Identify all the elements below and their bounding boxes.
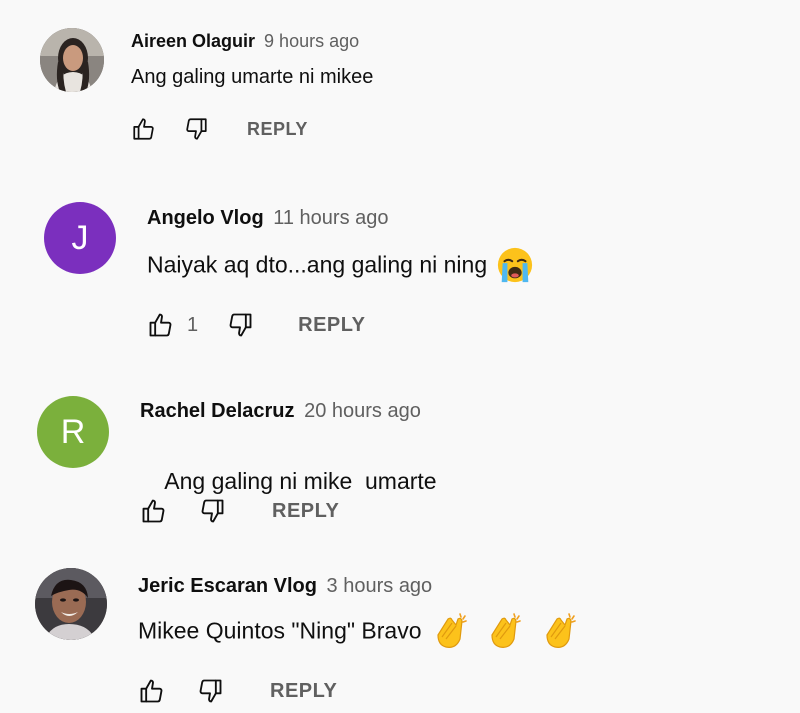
like-icon[interactable] [131,116,157,142]
dislike-icon[interactable] [198,497,226,525]
comment-text: Ang galing umarte ni mikee [131,66,373,89]
comment-thread: Jeric Escaran Vlog 3 hours ago Mikee Qui… [0,560,800,713]
comment-text-content: Ang galing ni mike umarte [164,468,437,494]
comment-header: Rachel Delacruz 20 hours ago [140,400,421,423]
loudly-crying-face-emoji [496,246,534,284]
clapping-hands-emoji [430,611,470,651]
comment-text-content: Naiyak aq dto...ang galing ni ning [147,251,488,278]
profile-photo-icon [35,568,107,640]
avatar[interactable] [35,568,107,640]
comment-header: Angelo Vlog 11 hours ago [147,207,389,230]
comment-header: Jeric Escaran Vlog 3 hours ago [138,575,432,598]
clapping-hands-emoji [484,611,524,651]
reply-button[interactable]: REPLY [272,500,339,523]
comment-text-content: Ang galing umarte ni mikee [131,66,374,88]
comment-actions: REPLY [140,497,339,525]
comment-timestamp[interactable]: 20 hours ago [304,400,421,422]
reply-button[interactable]: REPLY [247,119,308,140]
comment-thread: Aireen Olaguir 9 hours ago Ang galing um… [0,0,800,170]
avatar[interactable] [40,28,104,92]
comment-thread: J Angelo Vlog 11 hours ago Naiyak aq dto… [0,170,800,370]
author-name[interactable]: Angelo Vlog [147,207,264,229]
comment-header: Aireen Olaguir 9 hours ago [131,31,359,52]
comment-actions: REPLY [138,677,337,705]
author-name[interactable]: Rachel Delacruz [140,400,295,422]
reply-button[interactable]: REPLY [298,314,365,337]
like-icon[interactable] [140,497,168,525]
comment-timestamp[interactable]: 3 hours ago [327,575,433,597]
author-name[interactable]: Jeric Escaran Vlog [138,575,317,597]
like-icon[interactable] [147,311,175,339]
comment-text: Naiyak aq dto...ang galing ni ning [147,246,534,284]
clapping-hands-emoji [539,611,579,651]
like-icon[interactable] [138,677,166,705]
profile-photo-icon [40,28,104,92]
comment-timestamp[interactable]: 11 hours ago [273,207,388,229]
comment-text: Mikee Quintos "Ning" Bravo [138,611,579,651]
dislike-icon[interactable] [226,311,254,339]
avatar-letter: J [71,219,89,257]
dislike-icon[interactable] [183,116,209,142]
reply-button[interactable]: REPLY [270,680,337,703]
comment-actions: REPLY [131,116,308,142]
avatar[interactable]: R [37,396,109,468]
comment-actions: 1 REPLY [147,311,365,339]
avatar[interactable]: J [44,202,116,274]
comment-timestamp[interactable]: 9 hours ago [264,31,359,51]
dislike-icon[interactable] [196,677,224,705]
comment-thread: R Rachel Delacruz 20 hours ago Ang galin… [0,370,800,560]
like-count: 1 [187,313,199,336]
author-name[interactable]: Aireen Olaguir [131,31,255,51]
avatar-letter: R [60,413,86,451]
comment-text-content: Mikee Quintos "Ning" Bravo [138,617,422,644]
